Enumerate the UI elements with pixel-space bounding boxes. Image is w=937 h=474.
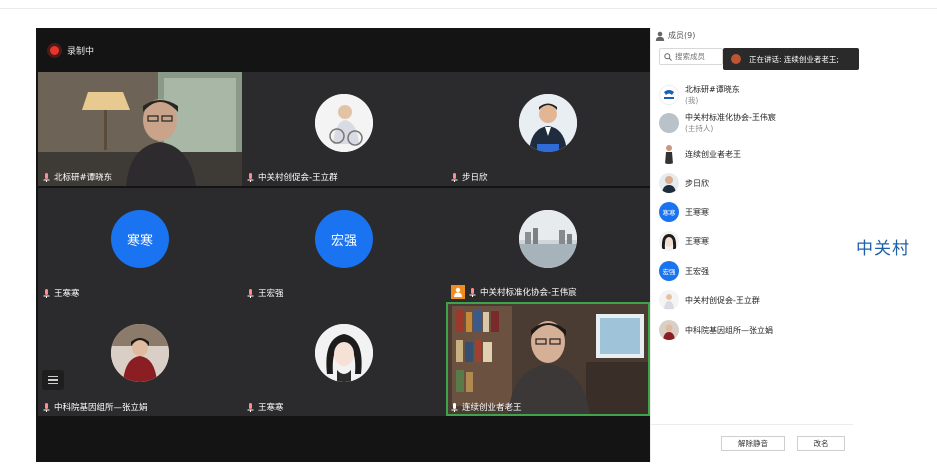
mic-icon [43,402,50,412]
member-avatar: 寒寒 [659,202,679,222]
member-avatar [659,290,679,310]
speaking-banner: 正在讲话: 连续创业者老王; [723,48,859,70]
video-tile[interactable]: 寒寒 王寒寒 [38,188,242,302]
recording-label: 录制中 [67,46,95,57]
member-name: 王宏强 [685,266,709,276]
member-item[interactable]: 中关村创促会-王立群 [659,290,760,310]
org-logo-icon [659,85,679,105]
list-icon[interactable] [42,370,64,390]
tile-name: 中科院基因组所—张立娟 [43,401,148,413]
member-avatar [659,320,679,340]
search-icon [664,52,672,61]
member-search[interactable] [659,48,723,65]
member-item[interactable]: 中关村标准化协会-王伟宸 (主持人) [659,112,776,134]
person-icon [655,31,665,41]
top-divider [0,8,937,9]
tile-name: 连续创业者老王 [451,401,522,413]
record-icon [50,45,59,55]
participant-video [38,72,242,186]
members-title: 成员(9) [668,31,696,40]
member-item[interactable]: 寒寒 王寒寒 [659,202,709,222]
video-tile[interactable]: 中关村标准化协会-王伟宸 [446,188,650,302]
tile-name: 王宏强 [247,287,284,299]
mic-icon [247,288,254,298]
member-avatar: 宏强 [659,261,679,281]
tile-name: 王寒寒 [247,401,284,413]
tile-name: 步日欣 [451,171,488,183]
video-tile[interactable]: 宏强 王宏强 [242,188,446,302]
member-avatar [659,231,679,251]
rename-button[interactable]: 改名 [797,436,845,451]
unmute-all-button[interactable]: 解除静音 [721,436,785,451]
video-grid: 北标研#谭晓东 中关村创促会-王立群 步日欣 寒寒 王寒寒 宏强 王宏强 中关村… [36,72,650,416]
members-panel: 成员(9) 正在讲话: 连续创业者老王; 北标研#谭晓东 (我) 中关村标准化协… [650,28,859,462]
member-name: 连续创业者老王 [685,149,741,159]
participant-avatar: 寒寒 [111,210,169,268]
speaker-avatar-icon [731,54,741,64]
video-tile[interactable]: 步日欣 [446,72,650,186]
member-avatar [659,173,679,193]
participant-avatar [315,94,373,152]
mic-active-icon [451,402,458,412]
member-name: 王寒寒 [685,207,709,217]
participant-avatar [315,324,373,382]
video-area: 录制中 北标研#谭晓东 中关村创促会-王立群 步日欣 寒寒 王寒寒 宏强 王宏强… [36,28,650,462]
member-avatar [659,113,679,133]
member-role: (我) [685,96,699,105]
mic-icon [43,172,50,182]
recording-bar: 录制中 [36,28,650,72]
mic-icon [43,288,50,298]
member-name: 北标研#谭晓东 [685,85,740,94]
brand-text: 中关村 [856,239,910,259]
mic-icon [247,402,254,412]
participant-avatar [519,210,577,268]
member-name: 王寒寒 [685,236,709,246]
participant-avatar [519,94,577,152]
avatar-photo [315,324,373,382]
speaking-text: 正在讲话: 连续创业者老王; [749,54,839,64]
video-tile[interactable]: 北标研#谭晓东 [38,72,242,186]
member-item[interactable]: 王寒寒 [659,231,709,251]
member-item[interactable]: 宏强 王宏强 [659,261,709,281]
tile-name: 中关村标准化协会-王伟宸 [451,285,577,299]
video-tile-active[interactable]: 连续创业者老王 [446,302,650,416]
video-tile[interactable]: 王寒寒 [242,302,446,416]
member-name: 中关村标准化协会-王伟宸 [685,113,776,122]
tile-name: 北标研#谭晓东 [43,171,112,183]
participant-video [446,302,650,416]
mic-icon [469,287,476,297]
avatar-photo [111,324,169,382]
video-tile[interactable]: 中关村创促会-王立群 [242,72,446,186]
member-item[interactable]: 中科院基因组所—张立娟 [659,320,773,340]
member-avatar [659,144,679,164]
member-item[interactable]: 北标研#谭晓东 (我) [659,84,740,106]
search-input[interactable] [675,52,719,61]
participant-avatar [111,324,169,382]
avatar-photo [519,210,577,268]
video-tile[interactable]: 中科院基因组所—张立娟 [38,302,242,416]
tile-name: 中关村创促会-王立群 [247,171,338,183]
meeting-window: 录制中 北标研#谭晓东 中关村创促会-王立群 步日欣 寒寒 王寒寒 宏强 王宏强… [0,0,937,474]
member-name: 中科院基因组所—张立娟 [685,325,773,335]
participant-avatar: 宏强 [315,210,373,268]
member-item[interactable]: 连续创业者老王 [659,144,741,164]
avatar-photo [315,94,373,152]
member-item[interactable]: 步日欣 [659,173,709,193]
member-name: 中关村创促会-王立群 [685,295,760,305]
host-icon [451,285,465,299]
member-role: (主持人) [685,124,714,133]
avatar-photo [519,94,577,152]
mic-icon [247,172,254,182]
member-name: 步日欣 [685,178,709,188]
mic-icon [451,172,458,182]
panel-divider [651,424,853,425]
members-header: 成员(9) [655,30,695,41]
tile-name: 王寒寒 [43,287,80,299]
